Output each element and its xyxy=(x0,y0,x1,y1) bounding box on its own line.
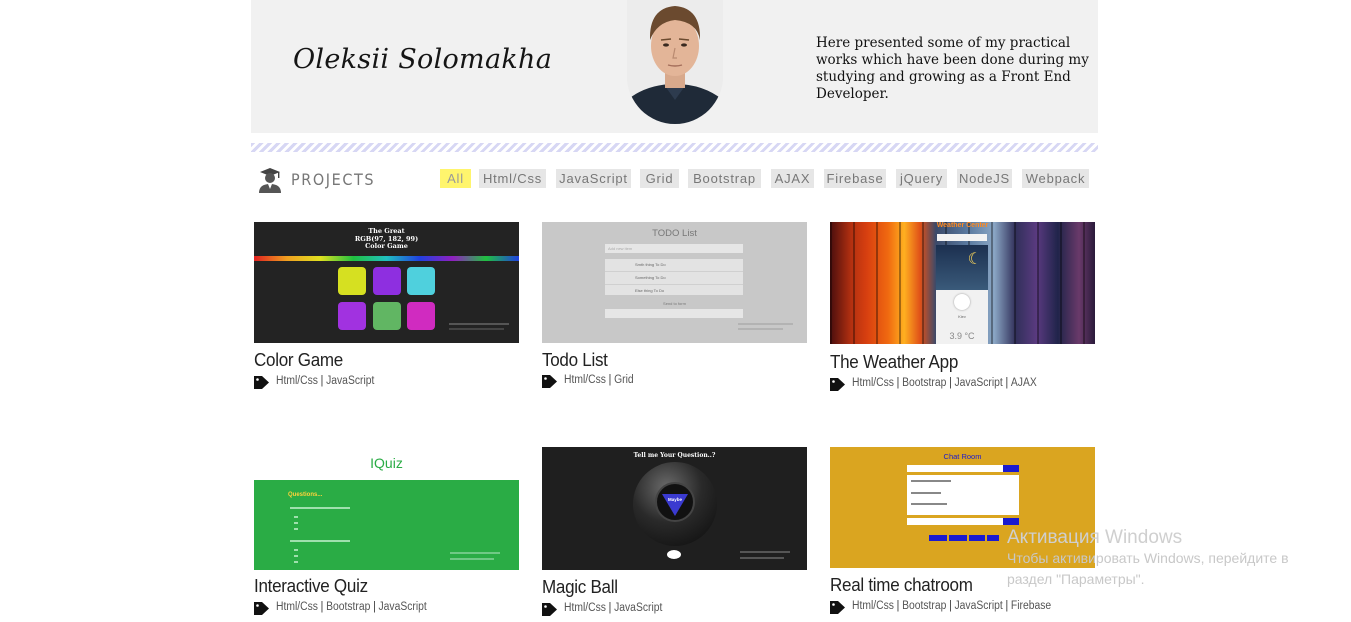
header: Oleksii Solomakha Here presented some of… xyxy=(251,0,1098,133)
author-name: Oleksii Solomakha xyxy=(293,44,553,75)
project-title[interactable]: Interactive Quiz xyxy=(254,575,368,597)
avatar xyxy=(627,0,723,124)
tag-javascript[interactable]: JavaScript xyxy=(378,601,426,613)
tag-bootstrap[interactable]: Bootstrap xyxy=(902,600,946,612)
thumb-heading: Weather Center xyxy=(936,222,989,229)
watermark-line: Чтобы активировать Windows, перейдите в xyxy=(1007,550,1289,566)
filter-javascript[interactable]: JavaScript xyxy=(556,169,631,188)
tag-list: Html/Css | JavaScript xyxy=(564,602,663,614)
thumb-item: Something To Do xyxy=(605,272,743,285)
tag-bootstrap[interactable]: Bootstrap xyxy=(902,377,946,389)
tag-icon xyxy=(254,602,269,615)
tag-firebase[interactable]: Firebase xyxy=(1011,600,1051,612)
thumb-heading: Tell me Your Question..? xyxy=(633,452,716,459)
project-title[interactable]: Magic Ball xyxy=(542,576,618,598)
watermark-line: раздел "Параметры". xyxy=(1007,571,1145,587)
projects-title: PROJECTS xyxy=(291,170,376,189)
graduate-icon xyxy=(258,167,282,193)
project-title[interactable]: The Weather App xyxy=(830,351,958,373)
thumb-subheading: Questions... xyxy=(288,492,323,498)
tag-icon xyxy=(830,378,845,391)
filter-firebase[interactable]: Firebase xyxy=(824,169,886,188)
tag-javascript[interactable]: JavaScript xyxy=(326,375,374,387)
project-thumbnail[interactable]: The Great RGB(97, 182, 99) Color Game xyxy=(254,222,519,343)
project-title[interactable]: Todo List xyxy=(542,349,608,371)
intro-text: Here presented some of my practical work… xyxy=(816,35,1089,102)
tag-list: Html/Css | Bootstrap | JavaScript | Firebase xyxy=(852,600,1052,612)
thumb-temp: 3.9 °C xyxy=(949,331,975,341)
thumb-input: Add new item xyxy=(605,244,743,253)
tag-html-css[interactable]: Html/Css xyxy=(276,601,318,613)
project-thumbnail[interactable]: Weather Center ☾ Kiev 3.9 °C xyxy=(830,222,1095,344)
tag-html-css[interactable]: Html/Css xyxy=(564,374,606,386)
tag-ajax[interactable]: AJAX xyxy=(1011,377,1037,389)
tag-javascript[interactable]: JavaScript xyxy=(954,600,1002,612)
tag-icon xyxy=(830,601,845,614)
tag-icon xyxy=(542,603,557,616)
filter-jquery[interactable]: jQuery xyxy=(896,169,947,188)
tag-html-css[interactable]: Html/Css xyxy=(852,600,894,612)
tag-html-css[interactable]: Html/Css xyxy=(276,375,318,387)
tag-javascript[interactable]: JavaScript xyxy=(614,602,662,614)
filter-ajax[interactable]: AJAX xyxy=(771,169,814,188)
watermark-title: Активация Windows xyxy=(1007,527,1183,548)
tag-html-css[interactable]: Html/Css xyxy=(564,602,606,614)
filter-bootstrap[interactable]: Bootstrap xyxy=(688,169,761,188)
tag-bootstrap[interactable]: Bootstrap xyxy=(326,601,370,613)
project-thumbnail[interactable]: TODO List Add new item Smth thing To Do … xyxy=(542,222,807,343)
thumb-footer: Send to form xyxy=(663,301,686,306)
filter-all[interactable]: All xyxy=(440,169,471,188)
thumb-heading: TODO List xyxy=(652,228,697,239)
project-thumbnail[interactable]: Tell me Your Question..? Maybe xyxy=(542,447,807,570)
tag-html-css[interactable]: Html/Css xyxy=(852,377,894,389)
windows-activation-watermark: Активация Windows Чтобы активировать Win… xyxy=(1007,527,1289,590)
tag-list: Html/Css | Bootstrap | JavaScript xyxy=(276,601,427,613)
filter-webpack[interactable]: Webpack xyxy=(1022,169,1089,188)
thumb-item: Else thing To Do xyxy=(635,288,665,293)
tag-list: Html/Css | JavaScript xyxy=(276,375,375,387)
filter-nodejs[interactable]: NodeJS xyxy=(957,169,1012,188)
divider-stripes xyxy=(251,143,1098,152)
tag-list: Html/Css | Bootstrap | JavaScript | AJAX xyxy=(852,377,1037,389)
thumb-heading: Chat Room xyxy=(943,452,982,461)
tag-list: Html/Css | Grid xyxy=(564,374,634,386)
tag-icon xyxy=(542,375,557,388)
filter-html-css[interactable]: Html/Css xyxy=(479,169,546,188)
thumb-item: Smth thing To Do xyxy=(605,259,743,272)
project-title[interactable]: Color Game xyxy=(254,349,343,371)
tag-grid[interactable]: Grid xyxy=(614,374,634,386)
filter-grid[interactable]: Grid xyxy=(640,169,679,188)
project-thumbnail[interactable]: IQuiz Questions... xyxy=(254,447,519,570)
thumb-subheading: Color Game xyxy=(365,242,408,250)
tag-icon xyxy=(254,376,269,389)
thumb-heading: IQuiz xyxy=(370,455,403,471)
thumb-answer: Maybe xyxy=(667,497,682,502)
thumb-city: Kiev xyxy=(958,314,966,319)
tag-javascript[interactable]: JavaScript xyxy=(954,377,1002,389)
project-title[interactable]: Real time chatroom xyxy=(830,574,973,596)
page-container: Oleksii Solomakha Here presented some of… xyxy=(251,0,1098,622)
